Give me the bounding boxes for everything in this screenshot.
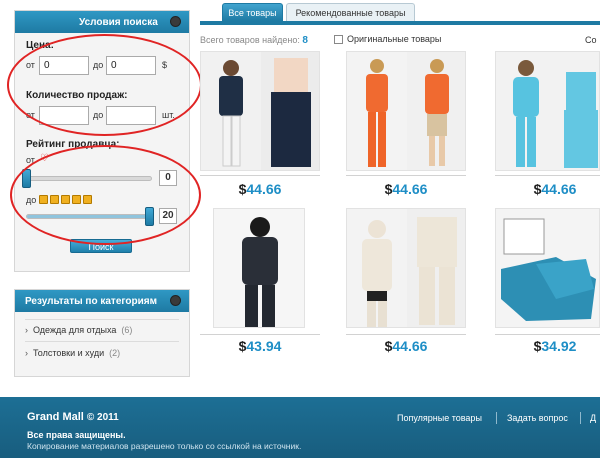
product-photo <box>347 209 465 327</box>
collapse-dot-icon[interactable] <box>170 16 181 27</box>
footer-separator <box>580 412 581 424</box>
search-conditions-title: Условия поиска <box>79 16 158 28</box>
product-image[interactable] <box>200 51 320 171</box>
footer-link-question[interactable]: Задать вопрос <box>507 413 568 423</box>
chevron-right-icon: › <box>25 325 28 335</box>
product-photo <box>496 209 599 327</box>
original-products-label: Оригинальные товары <box>347 34 442 44</box>
category-count: (6) <box>121 325 133 335</box>
category-results-panel: Результаты по категориям › Одежда для от… <box>14 289 190 377</box>
products-found: Всего товаров найдено: 8 <box>200 35 308 46</box>
tab-all-products[interactable]: Все товары <box>222 3 283 21</box>
product-divider <box>200 175 320 176</box>
original-products-checkbox[interactable] <box>334 34 343 44</box>
footer-brand: Grand Mall © 2011 <box>27 411 119 423</box>
products-found-label: Всего товаров найдено: <box>200 35 300 45</box>
category-label: Толстовки и худи <box>33 348 105 358</box>
products-found-count: 8 <box>302 35 308 46</box>
product-image[interactable] <box>346 51 466 171</box>
product-photo <box>214 209 304 327</box>
tab-recommended-products[interactable]: Рекомендованные товары <box>286 3 415 21</box>
product-price: $44.66 <box>384 338 428 354</box>
product-divider <box>346 334 466 335</box>
search-conditions-header: Условия поиска <box>15 11 189 33</box>
product-divider <box>495 175 600 176</box>
product-divider <box>495 334 600 335</box>
category-results-header: Результаты по категориям <box>15 290 189 312</box>
category-item-hoodies[interactable]: › Толстовки и худи (2) <box>25 348 120 358</box>
category-count: (2) <box>109 348 121 358</box>
original-products-filter[interactable]: Оригинальные товары <box>334 34 441 44</box>
product-image[interactable] <box>495 51 600 171</box>
product-price: $43.94 <box>238 338 282 354</box>
product-divider <box>346 175 466 176</box>
product-divider <box>200 334 320 335</box>
product-photo <box>201 52 319 170</box>
product-image[interactable] <box>213 208 305 328</box>
collapse-dot-icon[interactable] <box>170 295 181 306</box>
footer-separator <box>496 412 497 424</box>
brand-name: Grand Mall <box>27 411 84 423</box>
category-results-title: Результаты по категориям <box>25 295 158 307</box>
annotation-oval-top <box>7 34 202 136</box>
product-photo <box>347 52 465 170</box>
footer-rights: Все права защищены. <box>27 430 126 440</box>
tab-underline <box>200 21 600 25</box>
category-label: Одежда для отдыха <box>33 325 117 335</box>
sort-label[interactable]: Со <box>585 35 597 45</box>
product-image[interactable] <box>346 208 466 328</box>
product-price: $44.66 <box>384 181 428 197</box>
footer-copy-notice: Копирование материалов разрешено только … <box>27 441 302 451</box>
product-photo <box>496 52 599 170</box>
divider <box>25 319 179 320</box>
footer-link-more[interactable]: Д <box>590 413 596 423</box>
product-image[interactable] <box>495 208 600 328</box>
divider <box>25 341 179 342</box>
category-item-leisure[interactable]: › Одежда для отдыха (6) <box>25 325 132 335</box>
chevron-right-icon: › <box>25 348 28 358</box>
product-price: $34.92 <box>533 338 577 354</box>
copyright-year: © 2011 <box>86 412 119 423</box>
product-price: $44.66 <box>238 181 282 197</box>
footer-link-popular[interactable]: Популярные товары <box>397 413 482 423</box>
annotation-oval-bottom <box>10 145 201 245</box>
product-price: $44.66 <box>533 181 577 197</box>
